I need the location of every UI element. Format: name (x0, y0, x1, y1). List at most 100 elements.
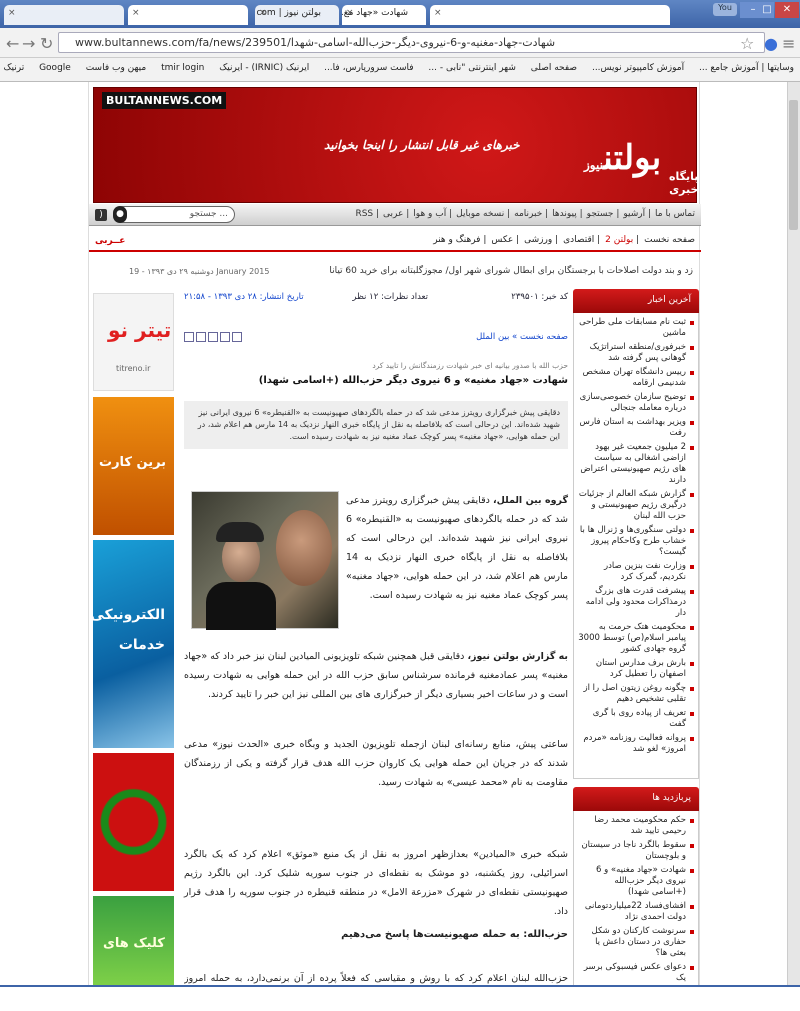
close-icon[interactable]: × (259, 8, 267, 18)
browser-tab[interactable]: × (430, 5, 670, 25)
menu-icon[interactable]: ≡ (782, 34, 795, 53)
print-icon[interactable] (184, 332, 194, 342)
latest-news-list: ثبت نام مسابقات ملی طراحی ماشین خبرفوری/… (573, 313, 699, 779)
card-ad[interactable]: برین کارت (93, 397, 174, 535)
top-navigation: تماس با ما| آرشیو| جستجو| پیوندها| خبرنا… (89, 204, 701, 226)
cat-sports[interactable]: ورزشی (524, 235, 552, 245)
list-item[interactable]: دعوای عکس فیسبوکی برسر یک (578, 962, 694, 984)
popular-news-header: پربازدید ها (573, 787, 699, 811)
site-logo[interactable]: بولتننیوز (584, 138, 661, 178)
cat-bultan2[interactable]: بولتن 2 (605, 235, 633, 245)
bookmark-item[interactable]: وسایتها | آموزش جامع ... (699, 63, 794, 73)
list-item[interactable]: بارش برف مدارس استان اصفهان را تعطیل کرد (578, 658, 694, 680)
bookmark-item[interactable]: میهن وب فاست (86, 63, 147, 73)
article-photo (191, 491, 339, 630)
bookmark-item[interactable]: ایرنیک (IRNIC) - ایرنیک (219, 63, 309, 73)
email-icon[interactable] (208, 332, 218, 342)
list-item[interactable]: دولتی سنگوری‌ها و ژنرال ها با خشاب طرح و… (578, 525, 694, 558)
browser-tab[interactable]: × (4, 5, 124, 25)
list-item[interactable]: پروانه فعالیت روزنامه «مردم امروز» لغو ش… (578, 733, 694, 755)
list-item[interactable]: ثبت نام مسابقات ملی طراحی ماشین (578, 317, 694, 339)
list-item[interactable]: سقوط بالگرد ناجا در سیستان و بلوچستان (578, 840, 694, 862)
nav-weather[interactable]: آب و هوا (413, 209, 446, 219)
bookmarks-bar: وسایتها | آموزش جامع ... آموزش کامپیوتر … (0, 58, 800, 82)
save-icon[interactable] (196, 332, 206, 342)
close-window-icon[interactable]: ✕ (775, 2, 799, 18)
close-icon[interactable]: × (346, 8, 354, 18)
category-navigation: صفحه نخست| بولتن 2| اقتصادی| ورزشی| عکس|… (89, 232, 701, 252)
red-green-ad[interactable] (93, 753, 174, 891)
list-item[interactable]: وزارت نفت بنزین صادر نکردیم، گمرک کرد (578, 561, 694, 583)
bookmark-item[interactable]: ترنیک منطقه 2... (0, 63, 24, 73)
maximize-icon[interactable]: □ (760, 2, 774, 18)
list-item[interactable]: حکم محکومیت محمد رضا رحیمی تایید شد (578, 815, 694, 837)
rss-icon[interactable]: ) (95, 209, 107, 221)
profile-badge[interactable]: You (713, 3, 737, 16)
extension-icon[interactable]: ● (764, 34, 778, 53)
cat-photo[interactable]: عکس (491, 235, 513, 245)
list-item[interactable]: سرنوشت کارکنان دو شکل حفاری در دستان داع… (578, 926, 694, 959)
site-search-input[interactable]: جستجو ... (115, 206, 235, 223)
site-banner: BULTANNEWS.COM خبرهای غیر قابل انتشار را… (93, 87, 698, 203)
cat-economy[interactable]: اقتصادی (563, 235, 594, 245)
browser-tab-strip: × × بولتن نیوز | com × شهادت «جهاد مغ... ×… (0, 0, 800, 28)
list-item[interactable]: پیشرفت قدرت های بزرگ درمذاکرات محدود ولی… (578, 586, 694, 619)
address-bar[interactable]: www.bultannews.com/fa/news/239501/شهادت-… (58, 32, 765, 53)
article-title: شهادت «جهاد مغنیه» و 6 نیروی دیگر حزب‌ال… (258, 375, 568, 386)
bookmark-item[interactable]: صفحه اصلی (531, 63, 577, 73)
list-item[interactable]: افشای‌فساد 22میلیاردتومانی دولت احمدی نژ… (578, 901, 694, 923)
back-icon[interactable]: ← (6, 34, 19, 53)
paragraph-3: ساعتی پیش، منابع رسانه‌ای لبنان ازجمله ت… (184, 739, 568, 788)
bookmark-star-icon[interactable]: ☆ (740, 34, 754, 53)
comment-count[interactable]: تعداد نظرات: ۱۲ نظر (352, 292, 428, 302)
site-url-badge[interactable]: BULTANNEWS.COM (102, 92, 227, 109)
article-subtitle: حزب الله با صدور بیانیه ای خبر شهادت رزم… (372, 361, 568, 370)
list-item[interactable]: 2 میلیون جمعیت غیر بهود ازاضی اشغالی به … (578, 442, 694, 486)
titreno-ad[interactable]: تیتر نو titreno.ir (93, 293, 174, 391)
nav-contact[interactable]: تماس با ما (655, 209, 695, 219)
arabic-link[interactable]: عــربی (95, 236, 125, 246)
list-item[interactable]: محکومیت هتک حرمت به پیامبر اسلام(ص) توسط… (578, 622, 694, 655)
list-item[interactable]: شهادت «جهاد مغنیه» و 6 نیروی دیگر حزب‌ال… (578, 865, 694, 898)
bookmark-item[interactable]: شهر اینترنتی "نابی - ... (428, 63, 515, 73)
bookmark-item[interactable]: Google (39, 63, 71, 73)
nav-newsletter[interactable]: خبرنامه (514, 209, 542, 219)
list-item[interactable]: چگونه روغن زیتون اصل را از تقلبی تشخیص د… (578, 683, 694, 705)
list-item[interactable]: رییس دانشگاه تهران مشخص شدنیمی ارقامه (578, 367, 694, 389)
list-item[interactable]: توضیح سازمان خصوصی‌سازی درباره معامله جن… (578, 392, 694, 414)
list-item[interactable]: گزارش شبکه العالم از جزئیات درگیری رژیم … (578, 489, 694, 522)
nav-arabic[interactable]: عربی (383, 209, 403, 219)
nav-rss[interactable]: RSS (355, 209, 373, 219)
bookmark-item[interactable]: tmir login (161, 63, 204, 73)
browser-tab-active[interactable]: شهادت «جهاد مغ... × (342, 5, 426, 25)
zoom-out-icon[interactable] (220, 332, 230, 342)
list-item[interactable]: ویزیر بهداشت به استان فارس رفت (578, 417, 694, 439)
list-item[interactable]: تعریف از پیاده روی با گری گفت (578, 708, 694, 730)
dateline: دوشنبه ۲۹ دی ۱۳۹۳ - 19 January 2015 (129, 267, 270, 276)
close-icon[interactable]: × (434, 8, 442, 18)
list-item[interactable]: خبرفوری/منطقه استراتژیک گوهانی پس گرفته … (578, 342, 694, 364)
site-logo-small: نیوز (584, 158, 604, 172)
cat-culture[interactable]: فرهنگ و هنر (433, 235, 480, 245)
close-icon[interactable]: × (132, 8, 140, 18)
nav-links[interactable]: پیوندها (552, 209, 577, 219)
browser-toolbar: ← → ↻ www.bultannews.com/fa/news/239501/… (0, 28, 800, 58)
nav-archive[interactable]: آرشیو (623, 209, 645, 219)
bookmark-item[interactable]: فاست سرورپارس، فا... (324, 63, 413, 73)
nav-search[interactable]: جستجو (587, 209, 614, 219)
zoom-in-icon[interactable] (232, 332, 242, 342)
breadcrumb[interactable]: صفحه نخست » بین الملل (476, 332, 568, 342)
search-icon[interactable]: ● (113, 206, 127, 223)
browser-tab-blank[interactable]: × (128, 5, 248, 25)
forward-icon[interactable]: → (22, 34, 35, 53)
bookmark-item[interactable]: آموزش کامپیوتر نویس... (592, 63, 684, 73)
reload-icon[interactable]: ↻ (40, 34, 53, 53)
scrollbar-thumb[interactable] (789, 100, 798, 230)
cat-home[interactable]: صفحه نخست (644, 235, 695, 245)
browser-tab[interactable]: بولتن نیوز | com × (255, 5, 339, 25)
nav-mobile[interactable]: نسخه موبایل (456, 209, 504, 219)
close-icon[interactable]: × (8, 8, 16, 18)
e-services-ad[interactable]: الکترونیکی خدمات (90, 540, 174, 748)
clicks-ad[interactable]: کلیک های (93, 896, 174, 986)
sidebar: آخرین اخبار ثبت نام مسابقات ملی طراحی ما… (573, 289, 699, 1007)
